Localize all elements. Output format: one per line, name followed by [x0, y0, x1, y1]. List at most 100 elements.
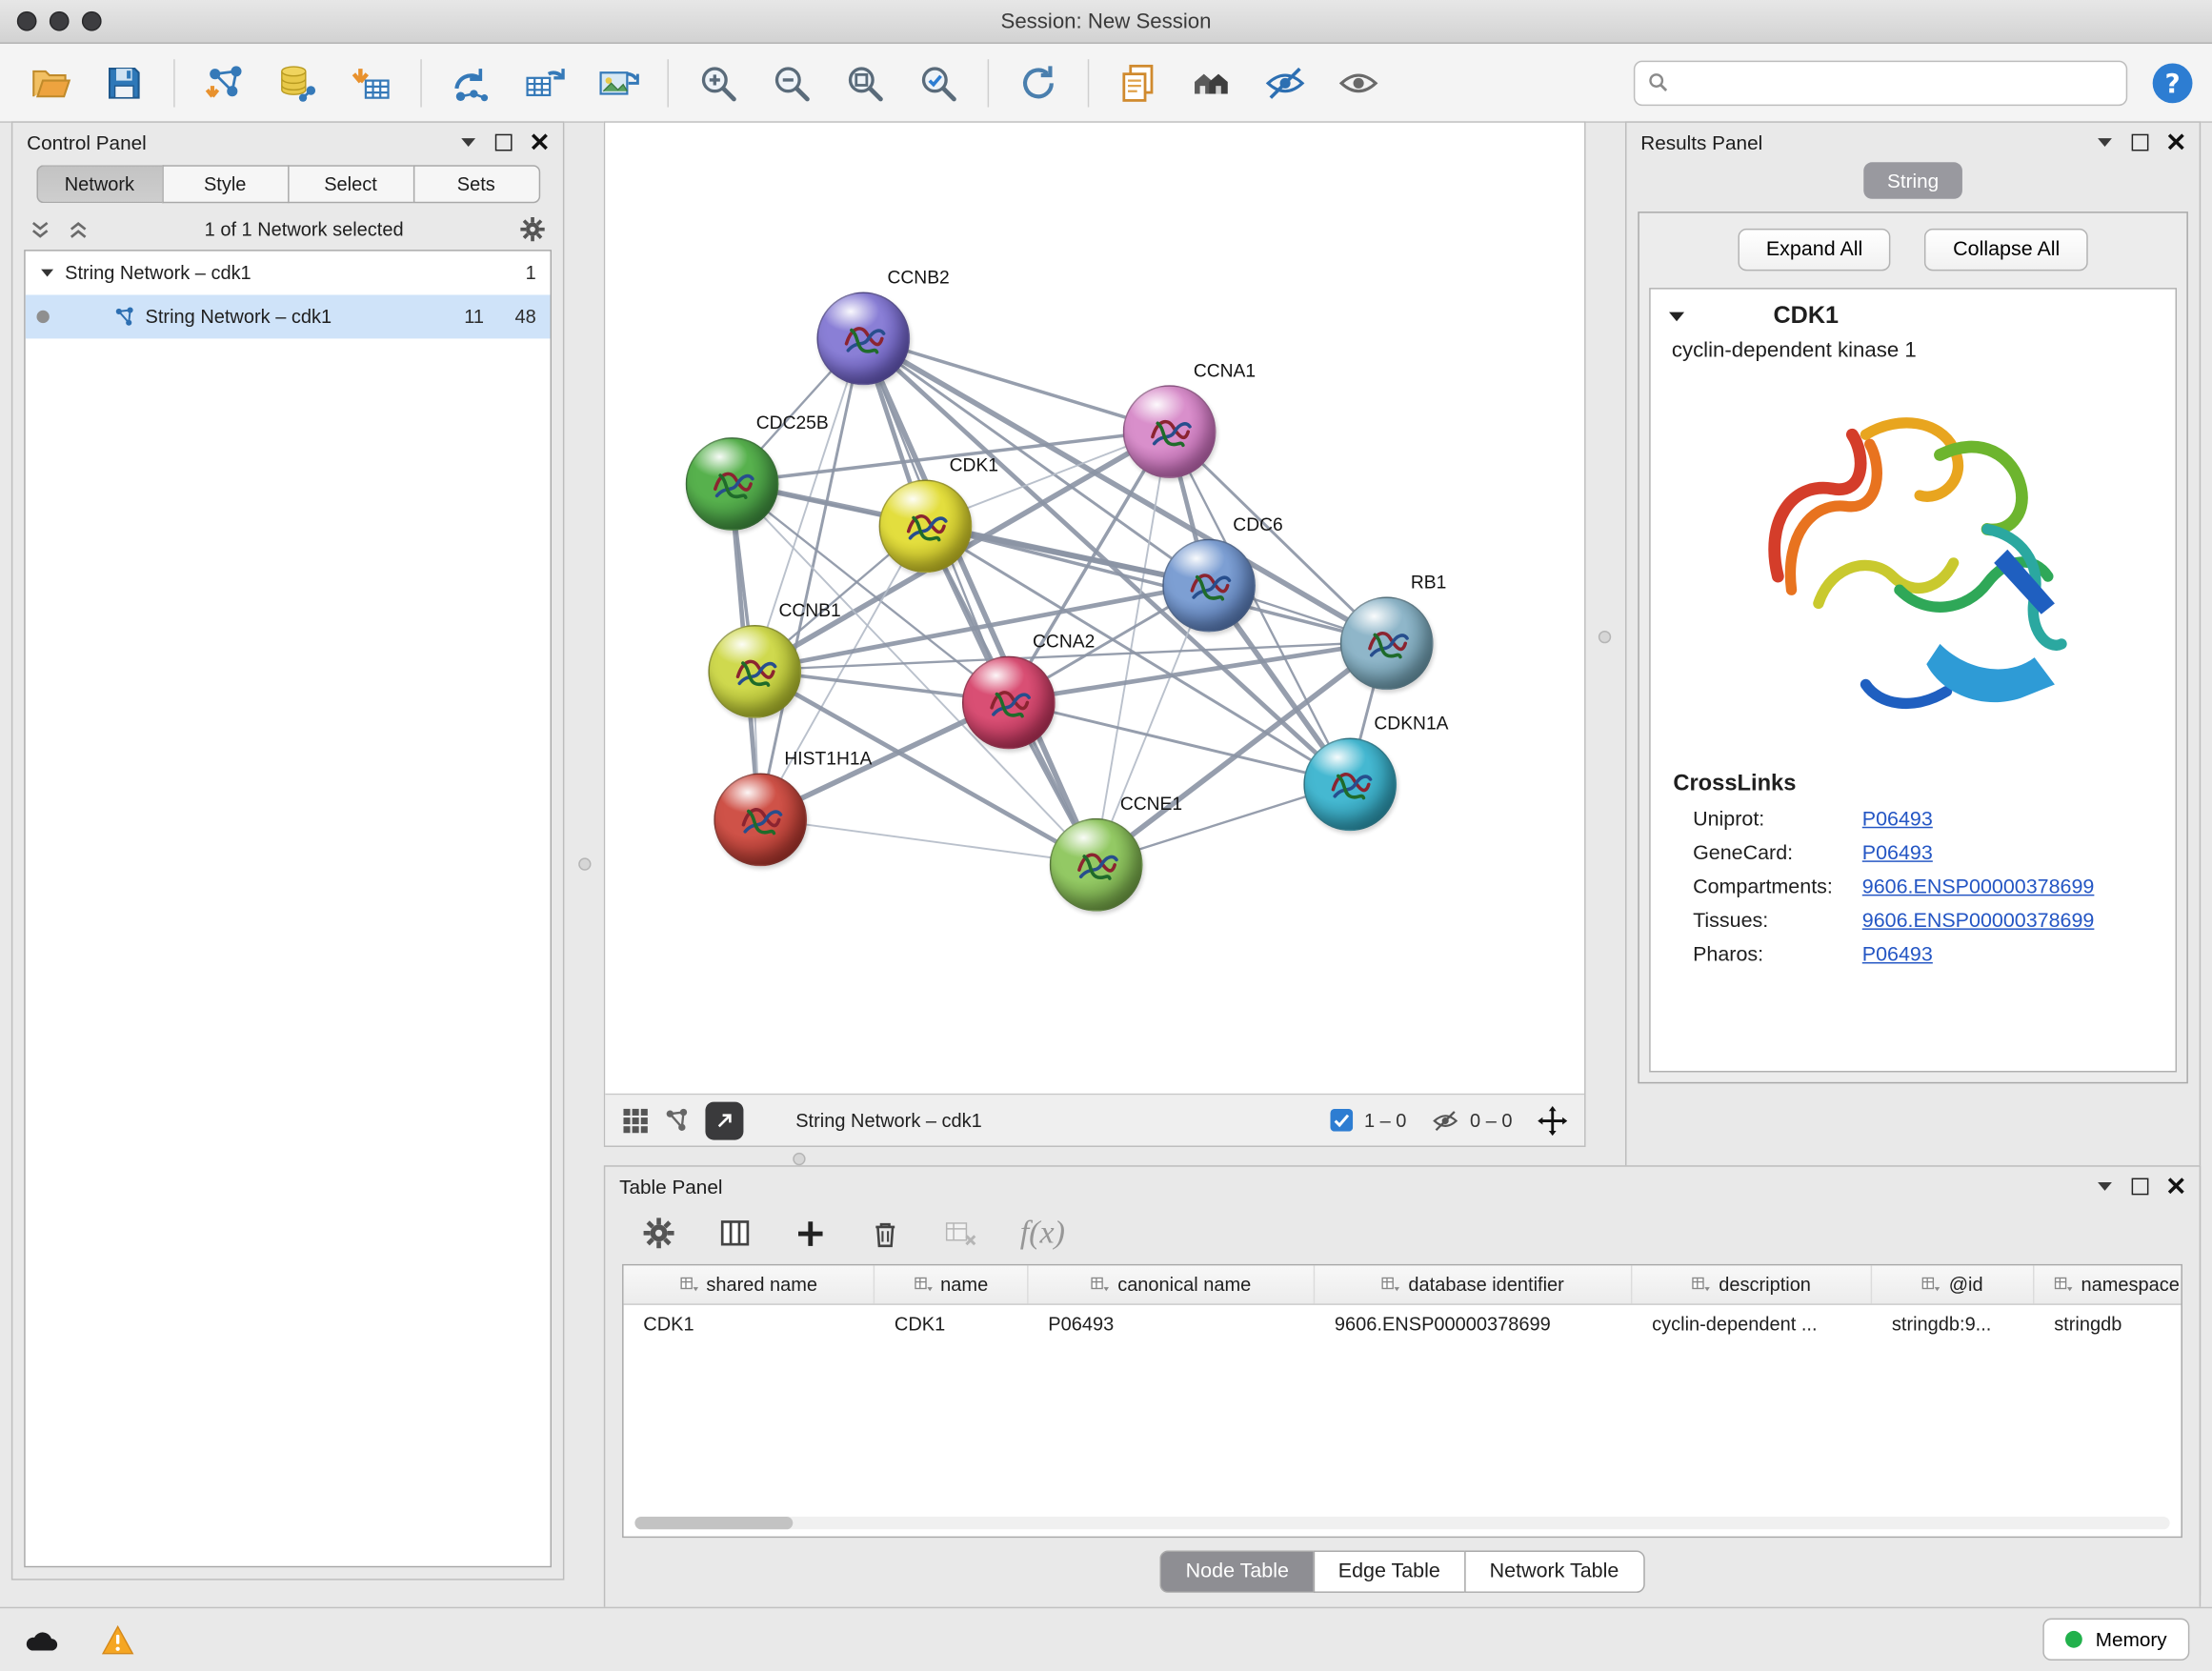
network-edge[interactable] — [862, 337, 1095, 863]
tab-edge-table[interactable]: Edge Table — [1313, 1551, 1464, 1593]
hidden-eye-slash-icon[interactable] — [1432, 1107, 1458, 1134]
network-node-CDC25B[interactable] — [686, 437, 779, 531]
table-cell[interactable]: stringdb — [2034, 1305, 2182, 1343]
expand-all-button[interactable]: Expand All — [1738, 229, 1891, 271]
panel-menu-caret-icon[interactable] — [460, 136, 477, 148]
crosslink-value[interactable]: P06493 — [1862, 809, 1933, 832]
network-node-HIST1H1A[interactable] — [714, 774, 807, 867]
annotation-mode-button[interactable] — [705, 1101, 743, 1139]
import-network-file-button[interactable] — [191, 50, 258, 115]
expand-all-icon[interactable] — [68, 219, 89, 239]
copy-button[interactable] — [1105, 50, 1173, 115]
save-session-button[interactable] — [90, 50, 158, 115]
export-table-button[interactable] — [511, 50, 578, 115]
tab-string[interactable]: String — [1863, 162, 1963, 199]
export-image-button[interactable] — [584, 50, 652, 115]
open-session-button[interactable] — [17, 50, 85, 115]
first-neighbors-button[interactable] — [1178, 50, 1246, 115]
crosslink-value[interactable]: P06493 — [1862, 842, 1933, 865]
float-panel-icon[interactable] — [495, 133, 513, 151]
table-cell[interactable]: stringdb:9... — [1872, 1305, 2034, 1343]
network-collection-row[interactable]: String Network – cdk1 1 — [26, 252, 551, 295]
table-cell[interactable]: CDK1 — [624, 1305, 875, 1343]
zoom-fit-button[interactable] — [831, 50, 898, 115]
network-node-CCNE1[interactable] — [1050, 818, 1143, 912]
network-node-CCNA1[interactable] — [1123, 385, 1217, 478]
zoom-out-button[interactable] — [757, 50, 825, 115]
network-node-RB1[interactable] — [1340, 596, 1434, 690]
hide-selected-button[interactable] — [1252, 50, 1319, 115]
network-node-CCNB1[interactable] — [708, 625, 801, 718]
import-network-database-button[interactable] — [264, 50, 332, 115]
network-edge[interactable] — [759, 818, 1095, 863]
network-canvas[interactable]: CCNB2CCNA1CDC25BCDK1CDC6RB1CCNB1CCNA2CDK… — [605, 123, 1584, 1094]
close-panel-icon[interactable] — [2167, 132, 2185, 151]
pan-crosshair-icon[interactable] — [1538, 1105, 1567, 1135]
table-settings-gear-icon[interactable] — [642, 1217, 676, 1251]
network-icon[interactable] — [665, 1108, 691, 1134]
collapse-all-button[interactable]: Collapse All — [1925, 229, 2088, 271]
table-cell[interactable]: CDK1 — [875, 1305, 1028, 1343]
minimize-window-button[interactable] — [50, 11, 70, 31]
crosslink-value[interactable]: 9606.ENSP00000378699 — [1862, 910, 2095, 933]
tab-node-table[interactable]: Node Table — [1160, 1551, 1313, 1593]
network-edge[interactable] — [759, 337, 862, 818]
network-node-CDC6[interactable] — [1162, 539, 1256, 633]
splitter-grip[interactable] — [578, 857, 591, 870]
table-cell[interactable]: cyclin-dependent ... — [1632, 1305, 1872, 1343]
network-node-CDKN1A[interactable] — [1303, 738, 1397, 832]
network-node-CCNA2[interactable] — [962, 656, 1056, 750]
column-header-@id[interactable]: @id — [1872, 1265, 2034, 1303]
tab-network[interactable]: Network — [36, 165, 162, 203]
new-network-button[interactable] — [437, 50, 505, 115]
table-row[interactable]: CDK1CDK1P064939606.ENSP00000378699cyclin… — [624, 1305, 2182, 1343]
tab-sets[interactable]: Sets — [412, 165, 539, 203]
show-all-button[interactable] — [1325, 50, 1393, 115]
collapse-all-icon[interactable] — [30, 219, 50, 239]
disclosure-caret-icon[interactable] — [1667, 310, 1685, 322]
tab-style[interactable]: Style — [162, 165, 288, 203]
birds-eye-view-icon[interactable] — [622, 1107, 649, 1134]
gene-header[interactable]: CDK1 — [1651, 290, 2176, 336]
search-input[interactable] — [1678, 70, 2114, 95]
float-panel-icon[interactable] — [2132, 133, 2149, 151]
refresh-button[interactable] — [1004, 50, 1072, 115]
show-columns-icon[interactable] — [718, 1217, 753, 1251]
network-node-CCNB2[interactable] — [816, 292, 910, 386]
column-header-name[interactable]: name — [875, 1265, 1028, 1303]
scrollbar-thumb[interactable] — [634, 1517, 793, 1529]
panel-menu-caret-icon[interactable] — [2097, 136, 2114, 148]
column-header-description[interactable]: description — [1632, 1265, 1872, 1303]
horizontal-scrollbar[interactable] — [634, 1517, 2169, 1529]
options-gear-icon[interactable] — [519, 216, 546, 243]
column-header-namespace[interactable]: namespace — [2034, 1265, 2182, 1303]
column-header-canonical-name[interactable]: canonical name — [1029, 1265, 1316, 1303]
table-cell[interactable]: 9606.ENSP00000378699 — [1315, 1305, 1632, 1343]
cloud-icon[interactable] — [23, 1626, 60, 1653]
memory-button[interactable]: Memory — [2043, 1619, 2189, 1661]
table-cell[interactable]: P06493 — [1029, 1305, 1316, 1343]
column-header-database-identifier[interactable]: database identifier — [1315, 1265, 1632, 1303]
column-header-shared-name[interactable]: shared name — [624, 1265, 875, 1303]
zoom-in-button[interactable] — [684, 50, 752, 115]
tab-select[interactable]: Select — [287, 165, 412, 203]
zoom-selected-button[interactable] — [904, 50, 972, 115]
crosslink-value[interactable]: 9606.ENSP00000378699 — [1862, 876, 2095, 899]
panel-menu-caret-icon[interactable] — [2097, 1180, 2114, 1192]
crosslink-value[interactable]: P06493 — [1862, 944, 1933, 967]
close-window-button[interactable] — [17, 11, 37, 31]
selected-checkbox-icon[interactable] — [1330, 1109, 1353, 1132]
help-button[interactable]: ? — [2150, 60, 2195, 105]
tab-network-table[interactable]: Network Table — [1464, 1551, 1644, 1593]
network-node-CDK1[interactable] — [879, 480, 973, 574]
import-table-button[interactable] — [337, 50, 405, 115]
splitter-grip[interactable] — [1599, 631, 1611, 643]
splitter-grip[interactable] — [793, 1153, 805, 1165]
close-panel-icon[interactable] — [2167, 1177, 2185, 1195]
add-column-plus-icon[interactable] — [794, 1217, 827, 1249]
disclosure-caret-icon[interactable] — [39, 268, 54, 277]
network-row-selected[interactable]: String Network – cdk1 11 48 — [26, 295, 551, 339]
close-panel-icon[interactable] — [531, 132, 549, 151]
warning-icon[interactable] — [102, 1624, 134, 1654]
delete-column-trash-icon[interactable] — [869, 1217, 901, 1249]
